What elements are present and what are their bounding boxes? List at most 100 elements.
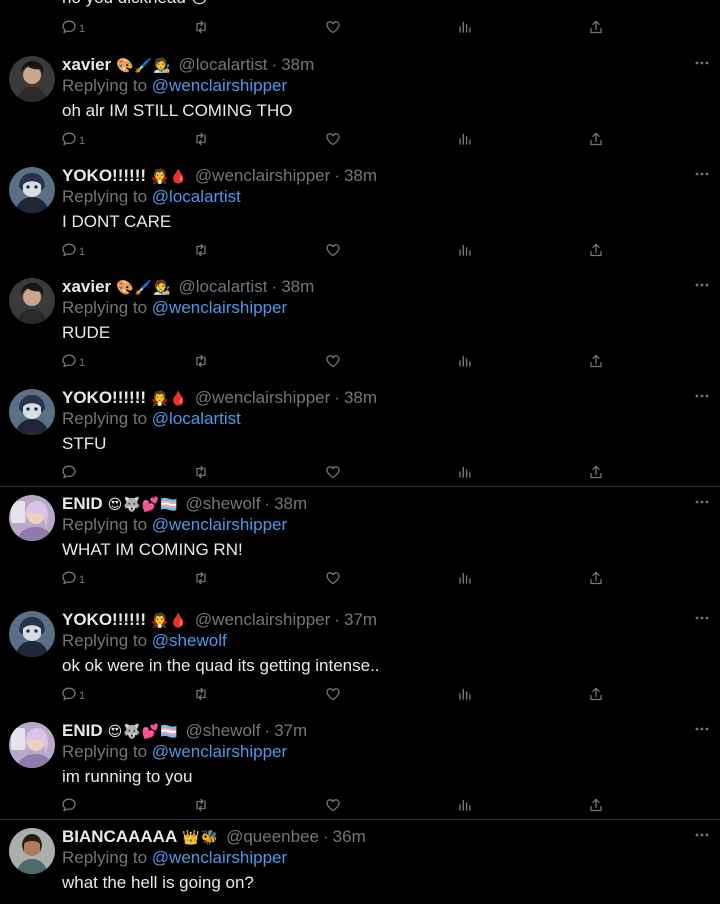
timestamp[interactable]: 37m — [274, 721, 307, 741]
reply-action[interactable] — [61, 463, 79, 481]
share-action[interactable] — [588, 463, 604, 481]
views-action[interactable] — [457, 685, 473, 703]
tweet[interactable]: ENID 😍🐺💕🏳️‍⚧️ @shewolf · 38m Replying to… — [0, 486, 720, 597]
more-options-icon[interactable] — [693, 495, 711, 509]
like-action[interactable] — [325, 569, 341, 587]
timestamp[interactable]: 38m — [274, 494, 307, 514]
avatar-xavier[interactable] — [9, 278, 55, 324]
display-name[interactable]: xavier — [62, 55, 111, 75]
retweet-action[interactable] — [193, 685, 209, 703]
mention-link[interactable]: @wenclairshipper — [152, 298, 287, 317]
partial-tweet[interactable]: no you dickhead 😒 1 — [0, 0, 720, 46]
tweet[interactable]: BIANCAAAAA 👑🐝 @queenbee · 36m Replying t… — [0, 819, 720, 904]
avatar-enid[interactable] — [9, 495, 55, 541]
more-options-icon[interactable] — [693, 389, 711, 403]
mention-link[interactable]: @localartist — [152, 409, 241, 428]
like-action[interactable] — [325, 18, 341, 36]
reply-count: 1 — [79, 246, 86, 258]
share-action[interactable] — [588, 569, 604, 587]
like-action[interactable] — [325, 796, 341, 814]
share-action[interactable] — [588, 18, 604, 36]
handle[interactable]: @queenbee — [226, 827, 319, 847]
more-options-icon[interactable] — [693, 722, 711, 736]
timestamp[interactable]: 38m — [281, 55, 314, 75]
views-action[interactable] — [457, 352, 473, 370]
like-action[interactable] — [325, 685, 341, 703]
reply-action[interactable]: 1 — [61, 569, 85, 587]
reply-action[interactable]: 1 — [61, 685, 85, 703]
mention-link[interactable]: @wenclairshipper — [152, 76, 287, 95]
timestamp[interactable]: 36m — [333, 827, 366, 847]
heart-icon — [325, 797, 341, 813]
handle[interactable]: @shewolf — [186, 721, 261, 741]
reply-action[interactable]: 1 — [61, 18, 85, 36]
more-options-icon[interactable] — [693, 167, 711, 181]
avatar-enid[interactable] — [9, 722, 55, 768]
views-action[interactable] — [457, 241, 473, 259]
views-action[interactable] — [457, 130, 473, 148]
more-options-icon[interactable] — [693, 611, 711, 625]
handle[interactable]: @localartist — [178, 277, 267, 297]
display-name[interactable]: ENID — [62, 494, 103, 514]
mention-link[interactable]: @shewolf — [152, 631, 227, 650]
tweet[interactable]: YOKO!!!!!! 🧛🩸 @wenclairshipper · 37m Rep… — [0, 603, 720, 714]
more-options-icon[interactable] — [693, 56, 711, 70]
handle[interactable]: @wenclairshipper — [195, 166, 330, 186]
mention-link[interactable]: @wenclairshipper — [152, 515, 287, 534]
views-action[interactable] — [457, 18, 473, 36]
retweet-action[interactable] — [193, 796, 209, 814]
more-options-icon[interactable] — [693, 278, 711, 292]
share-action[interactable] — [588, 130, 604, 148]
retweet-action[interactable] — [193, 18, 209, 36]
display-name[interactable]: YOKO!!!!!! — [62, 166, 146, 186]
reply-action[interactable]: 1 — [61, 241, 85, 259]
timestamp[interactable]: 38m — [344, 166, 377, 186]
timestamp[interactable]: 38m — [281, 277, 314, 297]
tweet-text: STFU — [62, 434, 107, 453]
handle[interactable]: @wenclairshipper — [195, 610, 330, 630]
handle[interactable]: @shewolf — [186, 494, 261, 514]
views-action[interactable] — [457, 569, 473, 587]
retweet-action[interactable] — [193, 241, 209, 259]
mention-link[interactable]: @wenclairshipper — [152, 848, 287, 867]
tweet[interactable]: ENID 😍🐺💕🏳️‍⚧️ @shewolf · 37m Replying to… — [0, 714, 720, 825]
display-name[interactable]: xavier — [62, 277, 111, 297]
avatar-yoko[interactable] — [9, 389, 55, 435]
retweet-action[interactable] — [193, 463, 209, 481]
handle[interactable]: @wenclairshipper — [195, 388, 330, 408]
reply-action[interactable] — [61, 796, 79, 814]
like-action[interactable] — [325, 241, 341, 259]
avatar-yoko[interactable] — [9, 611, 55, 657]
share-action[interactable] — [588, 685, 604, 703]
timestamp[interactable]: 38m — [344, 388, 377, 408]
avatar-xavier[interactable] — [9, 56, 55, 102]
retweet-action[interactable] — [193, 130, 209, 148]
reply-action[interactable]: 1 — [61, 130, 85, 148]
retweet-action[interactable] — [193, 569, 209, 587]
timestamp[interactable]: 37m — [344, 610, 377, 630]
display-name[interactable]: ENID — [62, 721, 103, 741]
tweet[interactable]: xavier 🎨🖌️🧑‍🎨 @localartist · 38m Replyin… — [0, 270, 720, 381]
tweet[interactable]: YOKO!!!!!! 🧛🩸 @wenclairshipper · 38m Rep… — [0, 159, 720, 270]
like-action[interactable] — [325, 352, 341, 370]
mention-link[interactable]: @wenclairshipper — [152, 742, 287, 761]
like-action[interactable] — [325, 130, 341, 148]
display-name[interactable]: YOKO!!!!!! — [62, 610, 146, 630]
display-name[interactable]: YOKO!!!!!! — [62, 388, 146, 408]
display-name[interactable]: BIANCAAAAA — [62, 827, 177, 847]
handle[interactable]: @localartist — [178, 55, 267, 75]
tweet[interactable]: YOKO!!!!!! 🧛🩸 @wenclairshipper · 38m Rep… — [0, 381, 720, 492]
tweet[interactable]: xavier 🎨🖌️🧑‍🎨 @localartist · 38m Replyin… — [0, 48, 720, 159]
views-action[interactable] — [457, 796, 473, 814]
retweet-action[interactable] — [193, 352, 209, 370]
share-action[interactable] — [588, 352, 604, 370]
like-action[interactable] — [325, 463, 341, 481]
share-action[interactable] — [588, 796, 604, 814]
reply-action[interactable]: 1 — [61, 352, 85, 370]
mention-link[interactable]: @localartist — [152, 187, 241, 206]
avatar-bianca[interactable] — [9, 828, 55, 874]
more-options-icon[interactable] — [693, 828, 711, 842]
share-action[interactable] — [588, 241, 604, 259]
views-action[interactable] — [457, 463, 473, 481]
avatar-yoko[interactable] — [9, 167, 55, 213]
